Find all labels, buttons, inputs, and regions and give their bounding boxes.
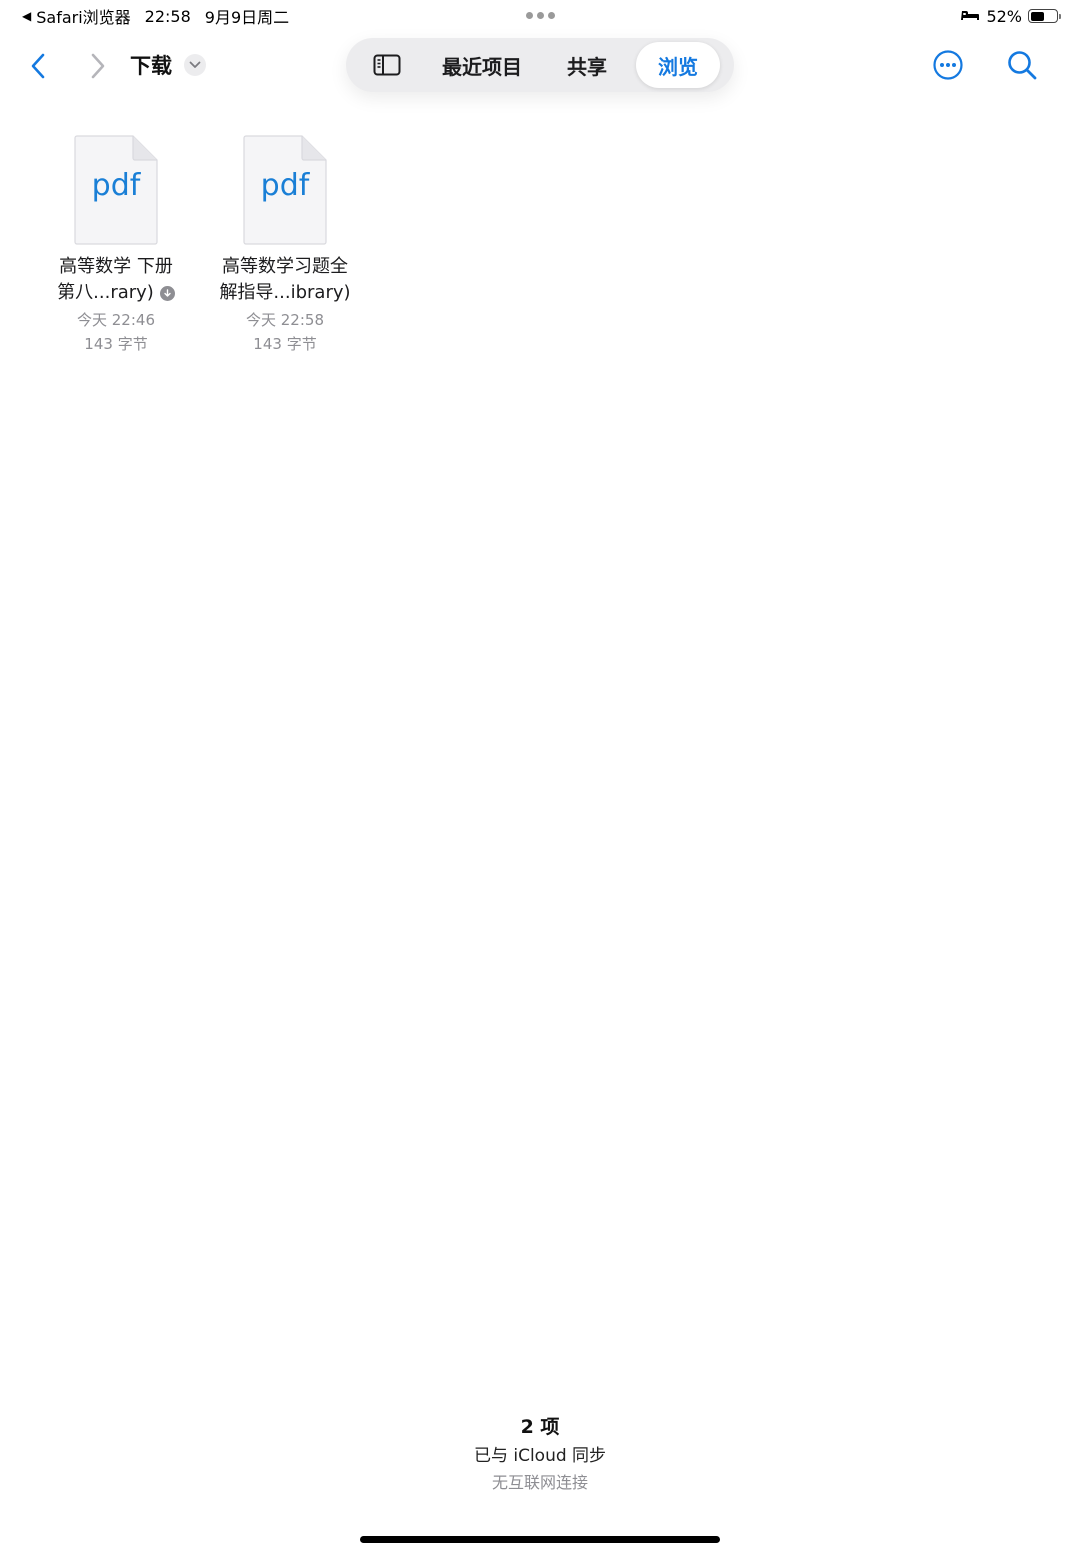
item-count: 2 项 [520,1416,560,1438]
file-name: 高等数学 下册 第八...rary) [36,254,196,306]
back-button[interactable] [18,44,58,88]
sleep-focus-icon [960,7,980,26]
tab-recents[interactable]: 最近项目 [432,42,532,88]
forward-button[interactable] [78,44,118,88]
file-name-line1: 高等数学 下册 [59,256,173,277]
file-size: 143 字节 [84,335,148,353]
back-app-label[interactable]: Safari浏览器 [36,4,130,28]
file-item[interactable]: pdf 高等数学 下册 第八...rary) 今天 22:46 143 字节 [41,134,191,356]
chevron-right-icon [91,53,105,79]
view-tab-bar: 最近项目 共享 浏览 [346,38,734,92]
search-icon [1008,51,1037,80]
status-bar-left: ◀ Safari浏览器 22:58 9月9日周二 [22,4,289,28]
home-indicator[interactable] [360,1536,720,1543]
pdf-document-icon[interactable]: pdf [73,134,159,246]
sidebar-toggle-button[interactable] [346,38,428,92]
network-status: 无互联网连接 [491,1473,588,1492]
multitasking-dots-icon[interactable] [526,12,555,19]
icloud-sync-status: 已与 iCloud 同步 [473,1446,607,1466]
status-bar-right: 52% [960,4,1061,28]
back-to-app-icon[interactable]: ◀ [22,9,31,23]
more-options-button[interactable] [928,45,968,85]
status-date: 9月9日周二 [204,8,290,27]
file-date: 今天 22:46 [77,311,155,329]
pdf-document-icon[interactable]: pdf [242,134,328,246]
tab-browse[interactable]: 浏览 [636,42,720,88]
file-date: 今天 22:58 [246,311,324,329]
tab-shared[interactable]: 共享 [542,42,632,88]
files-app: ◀ Safari浏览器 22:58 9月9日周二 52% 下载 最近项目 共享 … [0,0,1080,1554]
file-name-line2: 第八...rary) [57,282,154,303]
download-arrow-icon[interactable] [159,285,175,301]
file-name: 高等数学习题全 解指导...ibrary) [205,254,365,306]
file-name-line2: 解指导...ibrary) [219,282,351,303]
file-extension-label: pdf [91,168,141,203]
file-extension-label: pdf [260,168,310,203]
folder-menu-button[interactable] [184,54,206,76]
ellipsis-circle-icon [933,50,963,80]
status-time: 22:58 [144,6,191,26]
file-item[interactable]: pdf 高等数学习题全 解指导...ibrary) 今天 22:58 143 字… [210,134,360,356]
battery-icon [1028,9,1061,23]
chevron-down-icon [189,61,201,68]
sidebar-icon [373,54,401,76]
chevron-left-icon [31,53,45,79]
search-button[interactable] [1002,45,1042,85]
file-name-line1: 高等数学习题全 [222,256,348,277]
battery-percent: 52% [986,6,1022,26]
folder-title[interactable]: 下载 [130,48,206,82]
file-size: 143 字节 [253,335,317,353]
folder-name: 下载 [130,54,172,78]
folder-footer: 2 项 已与 iCloud 同步 无互联网连接 [0,1412,1080,1496]
